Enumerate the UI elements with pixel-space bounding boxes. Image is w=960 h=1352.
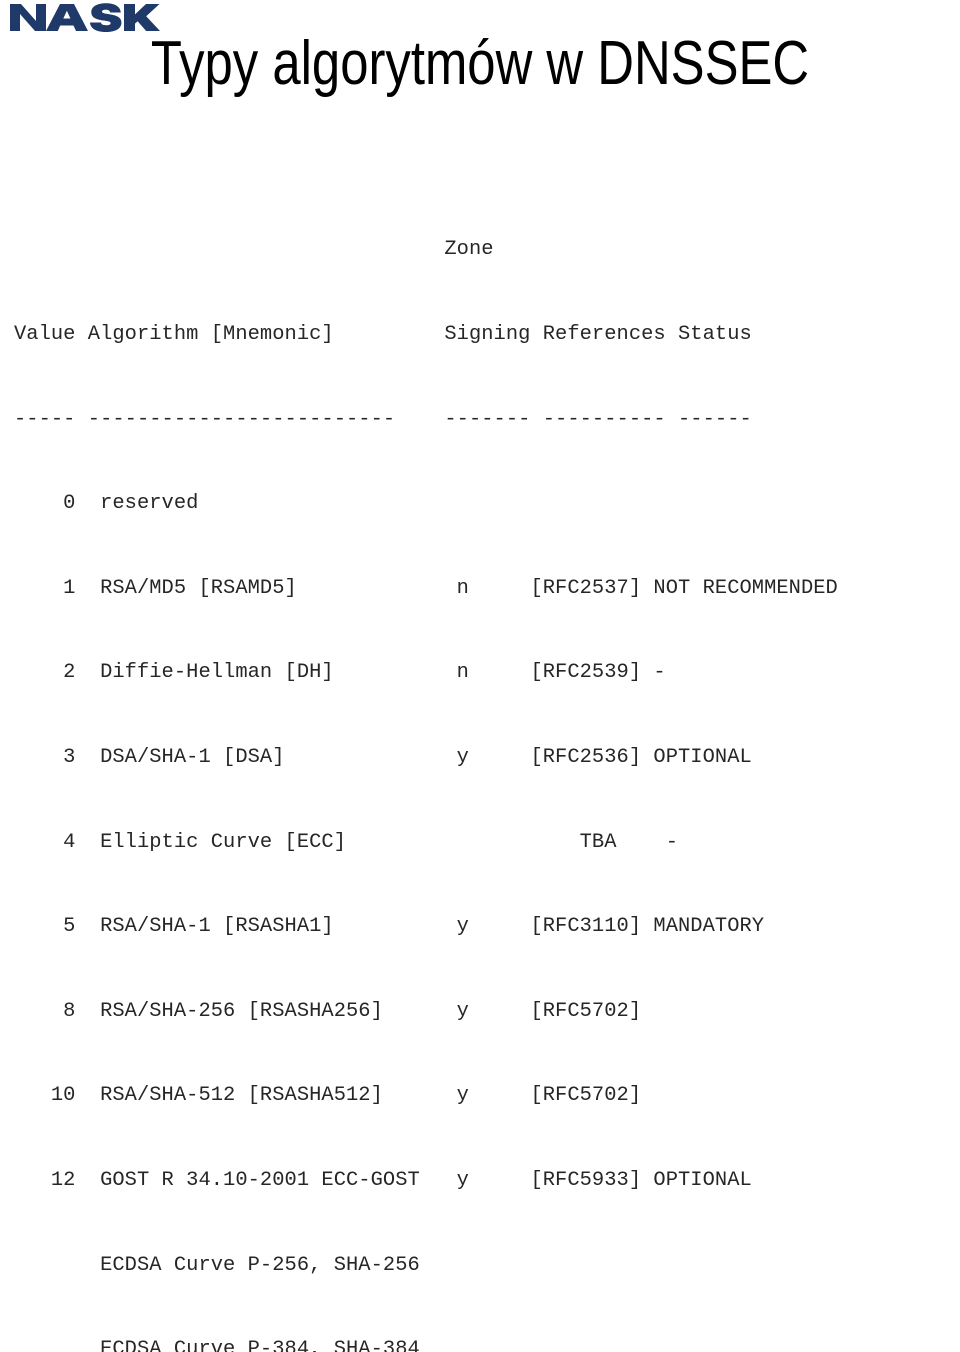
table-row: 8 RSA/SHA-256 [RSASHA256] y [RFC5702] — [14, 999, 642, 1023]
table-row: ECDSA Curve P-384, SHA-384 — [14, 1338, 420, 1352]
table-row: 12 GOST R 34.10-2001 ECC-GOST y [RFC5933… — [14, 1168, 752, 1192]
table-row: 3 DSA/SHA-1 [DSA] y [RFC2536] OPTIONAL — [14, 745, 752, 769]
table-header-columns-line: Value Algorithm [Mnemonic] Signing Refer… — [14, 323, 752, 346]
table-row: ECDSA Curve P-256, SHA-256 — [14, 1253, 420, 1277]
table-row: 4 Elliptic Curve [ECC] TBA - — [14, 830, 679, 854]
table-row: 1 RSA/MD5 [RSAMD5] n [RFC2537] NOT RECOM… — [14, 576, 838, 600]
table-row: 5 RSA/SHA-1 [RSASHA1] y [RFC3110] MANDAT… — [14, 915, 765, 939]
table-row: 2 Diffie-Hellman [DH] n [RFC2539] - — [14, 661, 666, 685]
page-title: Typy algorytmów w DNSSEC — [150, 29, 810, 98]
table-row: 0 reserved — [14, 492, 199, 516]
table-row: 10 RSA/SHA-512 [RSASHA512] y [RFC5702] — [14, 1084, 642, 1108]
dnssec-algorithm-table: Zone Value Algorithm [Mnemonic] Signing … — [14, 180, 838, 1352]
table-separator-line: ----- ------------------------- ------- … — [14, 407, 752, 431]
table-header-zone-line: Zone — [14, 238, 494, 262]
